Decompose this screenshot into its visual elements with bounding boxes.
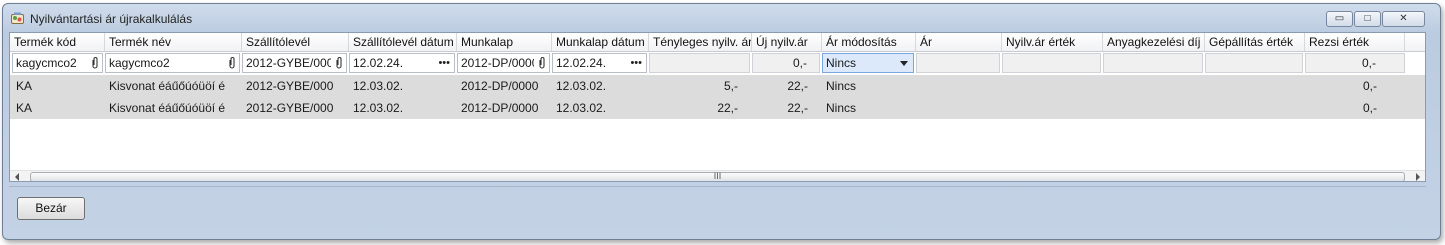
munkalap-datum-input[interactable]: 12.02.24. •••	[552, 53, 647, 73]
cell-termek-nev: Kisvonat éáűőúóüöí é	[109, 79, 226, 93]
cell-termek-kod: KA	[16, 79, 33, 93]
column-header-ar-modositas[interactable]: Ár módosítás	[822, 33, 916, 51]
window-title: Nyilvántartási ár újrakalkulálás	[30, 12, 193, 26]
szallitolevel-input[interactable]: 2012-GYBE/0000	[242, 53, 347, 73]
cell-uj-nyilv-ar: 22,-	[787, 101, 808, 115]
column-header-nyilv-ar-ertek[interactable]: Nyilv.ár érték	[1002, 33, 1103, 51]
nyilv-ar-ertek-input[interactable]	[1002, 53, 1101, 73]
column-header-termek-nev[interactable]: Termék név	[105, 33, 242, 51]
tenyleges-nyilv-ar-input[interactable]	[649, 53, 750, 73]
ar-modositas-dropdown[interactable]: Nincs	[822, 53, 914, 73]
table-row[interactable]: KA Kisvonat éáűőúóüöí é 2012-GYBE/000 12…	[10, 97, 1425, 119]
scroll-right-icon[interactable]	[1416, 173, 1420, 181]
cell-ar-modositas: Nincs	[826, 101, 857, 115]
recalculation-window: Nyilvántartási ár újrakalkulálás ▭ □ ✕ T…	[2, 3, 1441, 240]
column-header-tenyleges-nyilv-ar[interactable]: Tényleges nyilv. ár	[649, 33, 752, 51]
column-header-anyagkezelesi-dij[interactable]: Anyagkezelési díj	[1103, 33, 1205, 51]
cell-munkalap: 2012-DP/0000	[461, 101, 539, 115]
grip-icon: III	[713, 171, 722, 181]
column-header-gepallitas-ertek[interactable]: Gépállítás érték	[1205, 33, 1305, 51]
gepallitas-ertek-input[interactable]	[1205, 53, 1303, 73]
column-header-szallitolevel-datum[interactable]: Szállítólevél dátum	[349, 33, 457, 51]
scroll-left-icon[interactable]	[15, 173, 19, 181]
price-grid: Termék kód Termék név Szállítólevél Szál…	[9, 32, 1426, 182]
cell-szallitolevel: 2012-GYBE/000	[246, 101, 334, 115]
app-icon	[11, 12, 24, 24]
edit-row: kagycmco2 kagycmco2 2012-GYBE/0000 12.02…	[10, 52, 1425, 74]
szallitolevel-datum-input[interactable]: 12.02.24. •••	[349, 53, 455, 73]
cell-termek-nev: Kisvonat éáűőúóüöí é	[109, 101, 226, 115]
chevron-down-icon[interactable]	[900, 61, 908, 66]
cell-tenyleges-nyilv-ar: 22,-	[717, 101, 738, 115]
footer-divider	[9, 186, 1426, 187]
cell-szallitolevel: 2012-GYBE/000	[246, 79, 334, 93]
close-window-button[interactable]: ✕	[1382, 11, 1425, 27]
munkalap-input[interactable]: 2012-DP/0000	[457, 53, 550, 73]
grid-header: Termék kód Termék név Szállítólevél Szál…	[10, 33, 1425, 52]
cell-szallitolevel-datum: 12.03.02.	[353, 79, 404, 93]
ar-input[interactable]	[916, 53, 1000, 73]
column-header-uj-nyilv-ar[interactable]: Új nyilv.ár	[752, 33, 822, 51]
scrollbar-thumb[interactable]: III	[30, 171, 1405, 181]
ellipsis-icon[interactable]: •••	[438, 54, 450, 72]
termek-nev-input[interactable]: kagycmco2	[105, 53, 240, 73]
paperclip-icon[interactable]	[538, 56, 546, 70]
cell-munkalap: 2012-DP/0000	[461, 79, 539, 93]
column-header-munkalap-datum[interactable]: Munkalap dátum	[552, 33, 649, 51]
horizontal-scrollbar[interactable]: III	[10, 170, 1425, 181]
paperclip-icon[interactable]	[91, 56, 99, 70]
rezsi-ertek-input[interactable]: 0,-	[1305, 53, 1405, 73]
column-header-rezsi-ertek[interactable]: Rezsi érték	[1305, 33, 1405, 51]
termek-kod-input[interactable]: kagycmco2	[12, 53, 103, 73]
anyagkezelesi-dij-input[interactable]	[1103, 53, 1203, 73]
title-bar[interactable]: Nyilvántartási ár újrakalkulálás ▭ □ ✕	[3, 4, 1440, 32]
cell-munkalap-datum: 12.03.02.	[556, 101, 607, 115]
paperclip-icon[interactable]	[228, 56, 236, 70]
maximize-button[interactable]: □	[1354, 11, 1381, 27]
cell-munkalap-datum: 12.03.02.	[556, 79, 607, 93]
ellipsis-icon[interactable]: •••	[630, 54, 642, 72]
cell-rezsi-ertek: 0,-	[1362, 101, 1377, 115]
cell-rezsi-ertek: 0,-	[1362, 79, 1377, 93]
cell-termek-kod: KA	[16, 101, 33, 115]
close-button[interactable]: Bezár	[17, 197, 85, 220]
column-header-munkalap[interactable]: Munkalap	[457, 33, 552, 51]
table-row[interactable]: KA Kisvonat éáűőúóüöí é 2012-GYBE/000 12…	[10, 75, 1425, 97]
cell-uj-nyilv-ar: 22,-	[787, 79, 808, 93]
uj-nyilv-ar-input[interactable]: 0,-	[752, 53, 820, 73]
paperclip-icon[interactable]	[335, 56, 343, 70]
cell-tenyleges-nyilv-ar: 5,-	[723, 79, 738, 93]
minimize-button[interactable]: ▭	[1326, 11, 1353, 27]
cell-ar-modositas: Nincs	[826, 79, 857, 93]
cell-szallitolevel-datum: 12.03.02.	[353, 101, 404, 115]
column-header-termek-kod[interactable]: Termék kód	[10, 33, 105, 51]
column-header-ar[interactable]: Ár	[916, 33, 1002, 51]
column-header-szallitolevel[interactable]: Szállítólevél	[242, 33, 349, 51]
